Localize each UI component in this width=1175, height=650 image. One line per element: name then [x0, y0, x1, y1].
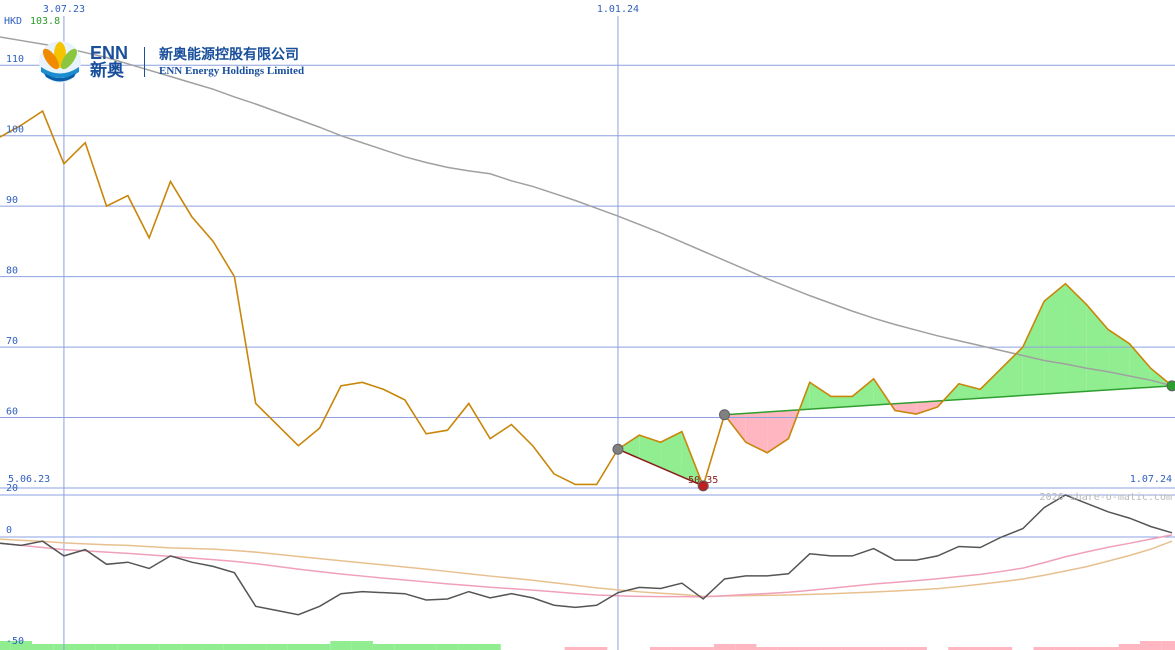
osc-y-tick-label: -50	[6, 636, 24, 647]
osc-histogram-bar	[245, 644, 267, 650]
gridlines	[0, 16, 1175, 650]
osc-histogram-bar	[436, 644, 459, 650]
oscillator-line	[0, 494, 1173, 616]
osc-histogram-bar	[1161, 641, 1175, 650]
price-y-tick-label: 80	[6, 266, 18, 277]
price-y-tick-label: 90	[6, 195, 18, 206]
osc-histogram-bar	[181, 644, 203, 650]
osc-histogram-bar	[330, 641, 352, 650]
osc-histogram-bar	[223, 644, 246, 650]
company-logo: ENN 新奥 新奥能源控股有限公司 ENN Energy Holdings Li…	[38, 40, 304, 84]
date-tick-label: 3.07.23	[43, 4, 85, 15]
last-price-label: 103.8	[30, 16, 60, 27]
osc-histogram-bar	[31, 644, 54, 650]
logo-en-short: ENN	[90, 42, 129, 63]
stock-chart: HKD 103.8 2026 share-o-matic.com 110 100 9…	[0, 0, 1175, 650]
price-y-tick-label: 110	[6, 54, 24, 65]
oscillator-signal-slow-line	[0, 538, 1173, 598]
trend-fill-segment	[852, 378, 874, 407]
osc-histogram-bar	[202, 644, 224, 650]
trend-fill-segment	[1022, 301, 1045, 396]
osc-y-tick-label: 0	[6, 525, 12, 536]
osc-histogram-bar	[138, 644, 160, 650]
chart-canvas: HKD 103.8 2026 share-o-matic.com 110 100 9…	[0, 4, 1175, 650]
osc-histogram-bar	[95, 644, 118, 650]
osc-histogram-bar	[74, 644, 96, 650]
osc-histogram-bar	[287, 644, 309, 650]
pivot-marker	[719, 409, 731, 421]
price-y-tick-label: 70	[6, 336, 18, 347]
series-layer	[0, 36, 1173, 616]
osc-histogram-bar	[1118, 644, 1141, 650]
price-y-tick-label: 100	[6, 125, 24, 136]
trend-fill-segment	[1065, 283, 1087, 393]
osc-histogram-bar	[1140, 641, 1162, 650]
osc-histogram-bar	[479, 644, 501, 650]
enn-flower-icon	[38, 40, 82, 84]
date-tick-label: 5.06.23	[8, 474, 50, 485]
osc-histogram-bar	[713, 644, 736, 650]
watermark: 2026 share-o-matic.com	[1040, 492, 1172, 503]
label-layer: HKD 103.8 2026 share-o-matic.com 110 100 9…	[4, 4, 1172, 647]
last-marker	[1166, 380, 1175, 392]
trend-fill-segment	[809, 382, 832, 410]
osc-histogram-bar	[458, 644, 480, 650]
date-tick-label: 1.07.24	[1130, 474, 1172, 485]
oscillator-signal-fast-line	[0, 534, 1173, 598]
date-tick-label: 1.01.24	[597, 4, 639, 15]
trend-fill-segment	[1044, 283, 1066, 395]
trend-fill-segment	[980, 368, 1002, 399]
osc-histogram-bar	[266, 644, 288, 650]
trend-fill-segment	[660, 431, 682, 477]
low-price-label: 50.35	[688, 475, 718, 486]
price-y-tick-label: 60	[6, 407, 18, 418]
currency-label: HKD	[4, 16, 22, 27]
logo-zh-short: 新奥	[90, 60, 124, 81]
osc-histogram-bar	[351, 641, 373, 650]
osc-histogram-bar	[415, 644, 437, 650]
price-line	[0, 109, 1173, 489]
logo-company-name-zh: 新奥能源控股有限公司	[159, 47, 300, 63]
pivot-marker	[612, 443, 624, 455]
osc-histogram-bar	[372, 644, 395, 650]
moving-average-line	[0, 36, 1173, 387]
logo-company-name-en: ENN Energy Holdings Limited	[159, 65, 305, 77]
osc-histogram-bar	[308, 644, 331, 650]
osc-histogram-bar	[735, 644, 757, 650]
uptrend-line	[724, 385, 1173, 416]
trend-fill-segment	[1129, 343, 1151, 389]
osc-histogram-bar	[159, 644, 182, 650]
trend-fill-segment	[1108, 329, 1130, 390]
osc-histogram-bar	[117, 644, 139, 650]
logo-separator	[144, 47, 146, 77]
osc-histogram-bar	[394, 644, 416, 650]
